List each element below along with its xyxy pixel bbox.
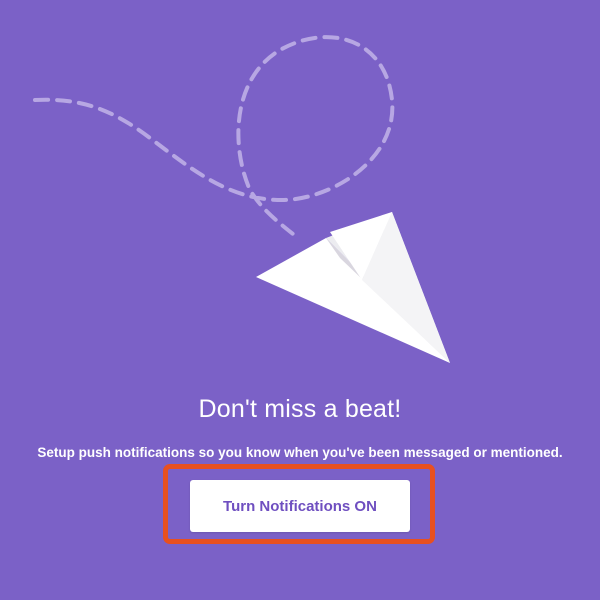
- description-text: Setup push notifications so you know whe…: [37, 445, 563, 460]
- headline: Don't miss a beat!: [198, 395, 402, 423]
- turn-notifications-on-button[interactable]: Turn Notifications ON: [190, 480, 410, 532]
- paper-plane-illustration: [33, 35, 450, 363]
- paper-plane-icon: [256, 212, 450, 363]
- notifications-onboarding-screen: Don't miss a beat! Setup push notificati…: [0, 0, 600, 600]
- flight-path-trail: [33, 35, 395, 240]
